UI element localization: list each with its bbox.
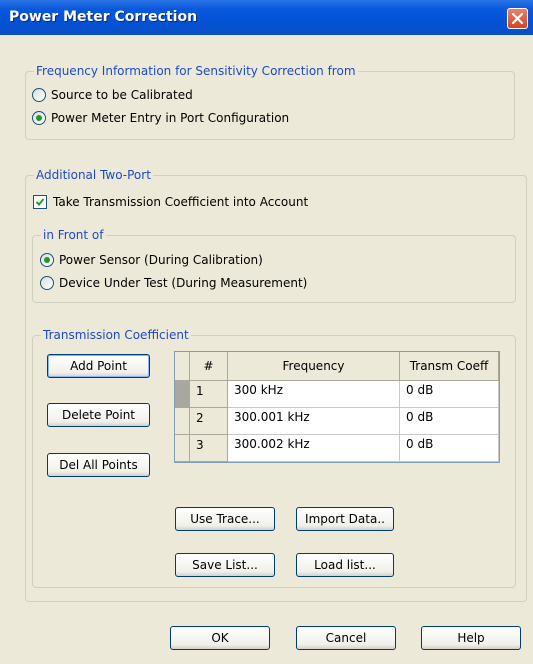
add-point-button[interactable]: Add Point <box>47 354 150 378</box>
table-row-number: 3 <box>190 435 228 462</box>
title-bar[interactable]: Power Meter Correction <box>0 0 533 35</box>
table-row-number: 1 <box>190 381 228 408</box>
cancel-button[interactable]: Cancel <box>296 626 396 650</box>
table-row-number: 2 <box>190 408 228 435</box>
del-all-points-button[interactable]: Del All Points <box>47 453 150 477</box>
table-cell-transm-coeff[interactable]: 0 dB <box>400 381 499 408</box>
table-cell-transm-coeff[interactable]: 0 dB <box>400 408 499 435</box>
table-cell-frequency[interactable]: 300.002 kHz <box>228 435 400 462</box>
column-header-index[interactable]: # <box>190 352 228 381</box>
in-front-of-legend: in Front of <box>41 228 106 243</box>
radio-label: Device Under Test (During Measurement) <box>59 276 308 290</box>
radio-power-sensor[interactable]: Power Sensor (During Calibration) <box>40 252 263 268</box>
radio-label: Source to be Calibrated <box>51 88 193 102</box>
row-selector[interactable] <box>175 435 190 462</box>
save-list-button[interactable]: Save List... <box>175 553 275 577</box>
close-icon <box>511 12 524 25</box>
transmission-coefficient-legend: Transmission Coefficient <box>41 328 191 343</box>
help-button[interactable]: Help <box>421 626 521 650</box>
radio-button[interactable] <box>32 88 46 102</box>
load-list-button[interactable]: Load list... <box>296 553 394 577</box>
transmission-coefficient-table[interactable]: # Frequency Transm Coeff 1 300 kHz 0 dB … <box>174 351 500 463</box>
radio-power-meter-entry[interactable]: Power Meter Entry in Port Configuration <box>32 110 289 126</box>
in-front-of-group: in Front of <box>32 228 516 303</box>
row-selector[interactable] <box>175 408 190 435</box>
take-transmission-checkbox[interactable] <box>33 195 47 209</box>
import-data-button[interactable]: Import Data.. <box>296 507 394 531</box>
radio-source-to-be-calibrated[interactable]: Source to be Calibrated <box>32 87 193 103</box>
column-header-transm-coeff[interactable]: Transm Coeff <box>400 352 499 381</box>
take-transmission-checkbox-row[interactable]: Take Transmission Coefficient into Accou… <box>33 194 308 210</box>
close-button[interactable] <box>507 8 528 29</box>
radio-button[interactable] <box>40 276 54 290</box>
radio-button-selected[interactable] <box>40 253 54 267</box>
additional-two-port-legend: Additional Two-Port <box>34 168 153 183</box>
row-selector-current[interactable] <box>175 381 190 408</box>
table-cell-transm-coeff[interactable]: 0 dB <box>400 435 499 462</box>
radio-device-under-test[interactable]: Device Under Test (During Measurement) <box>40 275 307 291</box>
table-cell-frequency[interactable]: 300.001 kHz <box>228 408 400 435</box>
table-cell-frequency[interactable]: 300 kHz <box>228 381 400 408</box>
window-title: Power Meter Correction <box>9 9 198 25</box>
power-meter-correction-dialog: Power Meter Correction Frequency Informa… <box>0 0 533 664</box>
delete-point-button[interactable]: Delete Point <box>47 403 150 427</box>
frequency-info-legend: Frequency Information for Sensitivity Co… <box>34 64 358 79</box>
take-transmission-label: Take Transmission Coefficient into Accou… <box>53 195 309 209</box>
column-header-frequency[interactable]: Frequency <box>228 352 400 381</box>
ok-button[interactable]: OK <box>170 626 270 650</box>
frequency-info-group: Frequency Information for Sensitivity Co… <box>25 64 515 140</box>
table-corner <box>175 352 190 381</box>
radio-label: Power Meter Entry in Port Configuration <box>51 111 290 125</box>
use-trace-button[interactable]: Use Trace... <box>175 507 275 531</box>
checkmark-icon <box>35 198 45 206</box>
radio-label: Power Sensor (During Calibration) <box>59 253 263 267</box>
radio-button-selected[interactable] <box>32 111 46 125</box>
